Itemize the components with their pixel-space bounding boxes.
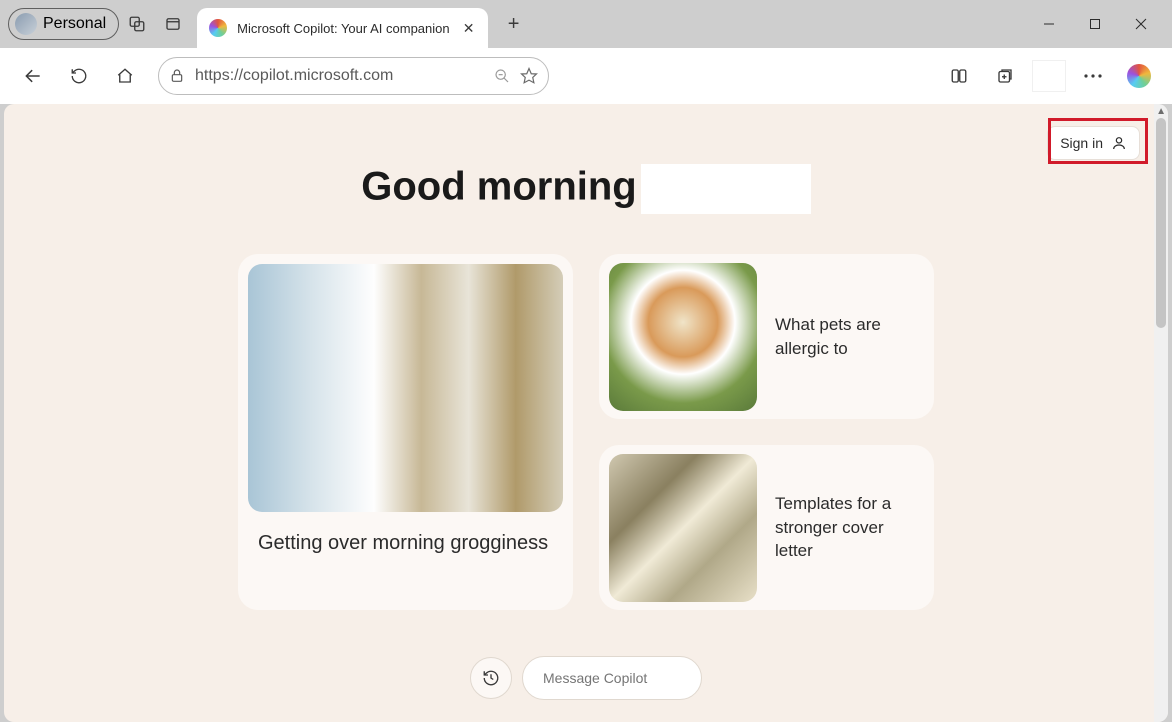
- window-titlebar: Personal Microsoft Copilot: Your AI comp…: [0, 0, 1172, 48]
- tab-actions-icon[interactable]: [155, 6, 191, 42]
- address-url: https://copilot.microsoft.com: [195, 67, 484, 85]
- sign-in-button[interactable]: Sign in: [1047, 126, 1140, 160]
- card-image-dog: [609, 263, 757, 411]
- user-icon: [1111, 135, 1127, 151]
- card-image-curtains: [248, 264, 563, 512]
- card-title: What pets are allergic to: [775, 313, 924, 361]
- input-placeholder: Message Copilot: [543, 670, 647, 686]
- back-button[interactable]: [14, 57, 52, 95]
- copilot-logo-icon: [1127, 64, 1151, 88]
- site-lock-icon: [169, 68, 185, 84]
- history-button[interactable]: [470, 657, 512, 699]
- browser-tab[interactable]: Microsoft Copilot: Your AI companion ✕: [197, 8, 487, 48]
- refresh-button[interactable]: [60, 57, 98, 95]
- workspaces-icon[interactable]: [119, 6, 155, 42]
- scroll-up-icon[interactable]: ▲: [1156, 106, 1166, 117]
- suggestion-cards: Getting over morning grogginess What pet…: [4, 254, 1168, 610]
- maximize-button[interactable]: [1072, 8, 1118, 40]
- close-window-button[interactable]: [1118, 8, 1164, 40]
- close-tab-button[interactable]: ✕: [460, 19, 478, 37]
- minimize-button[interactable]: [1026, 8, 1072, 40]
- favorite-star-icon[interactable]: [520, 67, 538, 85]
- collections-icon[interactable]: [986, 57, 1024, 95]
- card-title: Getting over morning grogginess: [258, 530, 553, 557]
- copilot-sidebar-button[interactable]: [1120, 57, 1158, 95]
- profile-label: Personal: [43, 15, 106, 33]
- scrollbar[interactable]: ▲: [1154, 104, 1168, 722]
- compose-row: Message Copilot: [470, 656, 702, 700]
- browser-toolbar: https://copilot.microsoft.com: [0, 48, 1172, 104]
- profile-switcher[interactable]: Personal: [8, 8, 119, 40]
- greeting-heading: Good morning: [4, 164, 1168, 214]
- message-input[interactable]: Message Copilot: [522, 656, 702, 700]
- copilot-favicon-icon: [209, 19, 227, 37]
- suggestion-card-large[interactable]: Getting over morning grogginess: [238, 254, 573, 610]
- profile-avatar-icon: [15, 13, 37, 35]
- home-button[interactable]: [106, 57, 144, 95]
- card-title: Templates for a stronger cover letter: [775, 492, 924, 563]
- new-tab-button[interactable]: +: [498, 8, 530, 40]
- split-screen-icon[interactable]: [940, 57, 978, 95]
- sign-in-label: Sign in: [1060, 135, 1103, 151]
- history-icon: [482, 669, 500, 687]
- tab-title: Microsoft Copilot: Your AI companion: [237, 21, 449, 36]
- extension-placeholder[interactable]: [1032, 60, 1066, 92]
- zoom-out-icon[interactable]: [494, 68, 510, 84]
- suggestion-card-small[interactable]: What pets are allergic to: [599, 254, 934, 419]
- suggestion-card-small[interactable]: Templates for a stronger cover letter: [599, 445, 934, 610]
- page-content: Sign in Good morning Getting over mornin…: [4, 104, 1168, 722]
- greeting-name-redacted: [641, 164, 811, 214]
- address-bar[interactable]: https://copilot.microsoft.com: [158, 57, 549, 95]
- scrollbar-thumb[interactable]: [1156, 118, 1166, 328]
- settings-more-button[interactable]: [1074, 57, 1112, 95]
- card-image-vase: [609, 454, 757, 602]
